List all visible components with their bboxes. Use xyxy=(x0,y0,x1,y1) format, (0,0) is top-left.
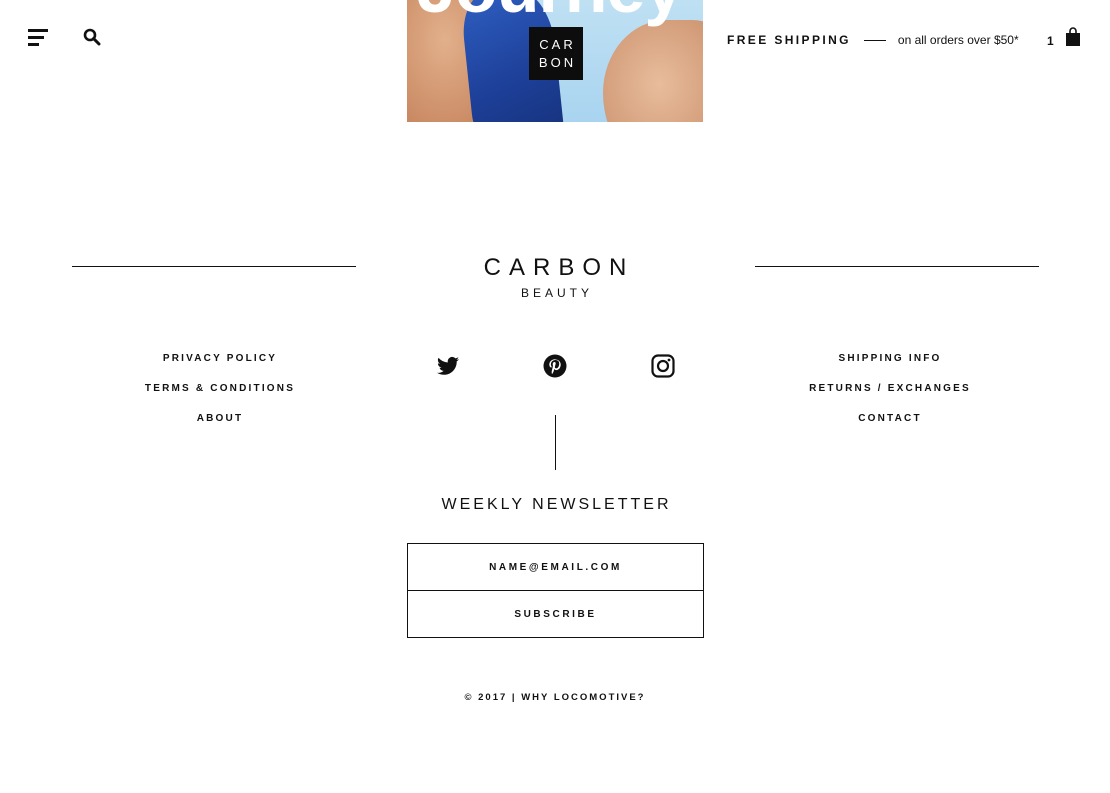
menu-bar-3 xyxy=(28,43,39,46)
footer-links-right: SHIPPING INFO RETURNS / EXCHANGES CONTAC… xyxy=(760,353,1020,443)
footer-links-left: PRIVACY POLICY TERMS & CONDITIONS ABOUT xyxy=(90,353,350,443)
hamburger-menu-icon[interactable] xyxy=(28,29,48,46)
terms-conditions-link[interactable]: TERMS & CONDITIONS xyxy=(145,383,295,413)
logo-subtitle: BEAUTY xyxy=(520,286,593,300)
menu-bar-1 xyxy=(28,29,48,32)
footer-rule-left xyxy=(72,266,356,267)
footer-logo[interactable]: CARBON BEAUTY xyxy=(455,254,655,300)
shipping-info-link[interactable]: SHIPPING INFO xyxy=(838,353,941,383)
page: Journey CAR BON Journey FREE SHIPPING on… xyxy=(0,0,1110,793)
logo-wordmark: CARBON xyxy=(483,254,635,281)
pinterest-icon[interactable] xyxy=(543,354,567,378)
hero-brand-badge: CAR BON xyxy=(529,27,583,80)
email-field[interactable] xyxy=(407,543,704,591)
about-link[interactable]: ABOUT xyxy=(197,413,244,443)
footer-rule-right xyxy=(755,266,1039,267)
newsletter-title: WEEKLY NEWSLETTER xyxy=(441,496,672,513)
hero-overlay-text: Journey xyxy=(417,0,683,28)
contact-link[interactable]: CONTACT xyxy=(858,413,922,443)
free-shipping-banner: FREE SHIPPING on all orders over $50* xyxy=(727,33,1019,47)
hero-image: Journey CAR BON xyxy=(407,0,703,122)
twitter-icon[interactable] xyxy=(436,354,460,378)
vertical-divider xyxy=(555,415,556,470)
shipping-note: on all orders over $50* xyxy=(897,33,1019,47)
privacy-policy-link[interactable]: PRIVACY POLICY xyxy=(163,353,277,383)
instagram-icon[interactable] xyxy=(651,354,675,378)
search-icon[interactable] xyxy=(83,28,101,46)
badge-line-1: CAR xyxy=(539,36,576,52)
shipping-divider xyxy=(863,39,886,41)
copyright: © 2017 | WHY LOCOMOTIVE? xyxy=(464,692,646,703)
hero-photo-arm xyxy=(603,20,703,122)
hero-overlay-text-outside: Journey xyxy=(703,0,823,8)
subscribe-button[interactable]: SUBSCRIBE xyxy=(407,590,704,638)
shopping-bag-icon[interactable] xyxy=(1065,27,1081,47)
returns-exchanges-link[interactable]: RETURNS / EXCHANGES xyxy=(809,383,971,413)
menu-bar-2 xyxy=(28,36,44,39)
badge-line-2: BON xyxy=(538,54,577,70)
cart-count: 1 xyxy=(1047,34,1054,48)
shipping-title: FREE SHIPPING xyxy=(727,33,851,47)
